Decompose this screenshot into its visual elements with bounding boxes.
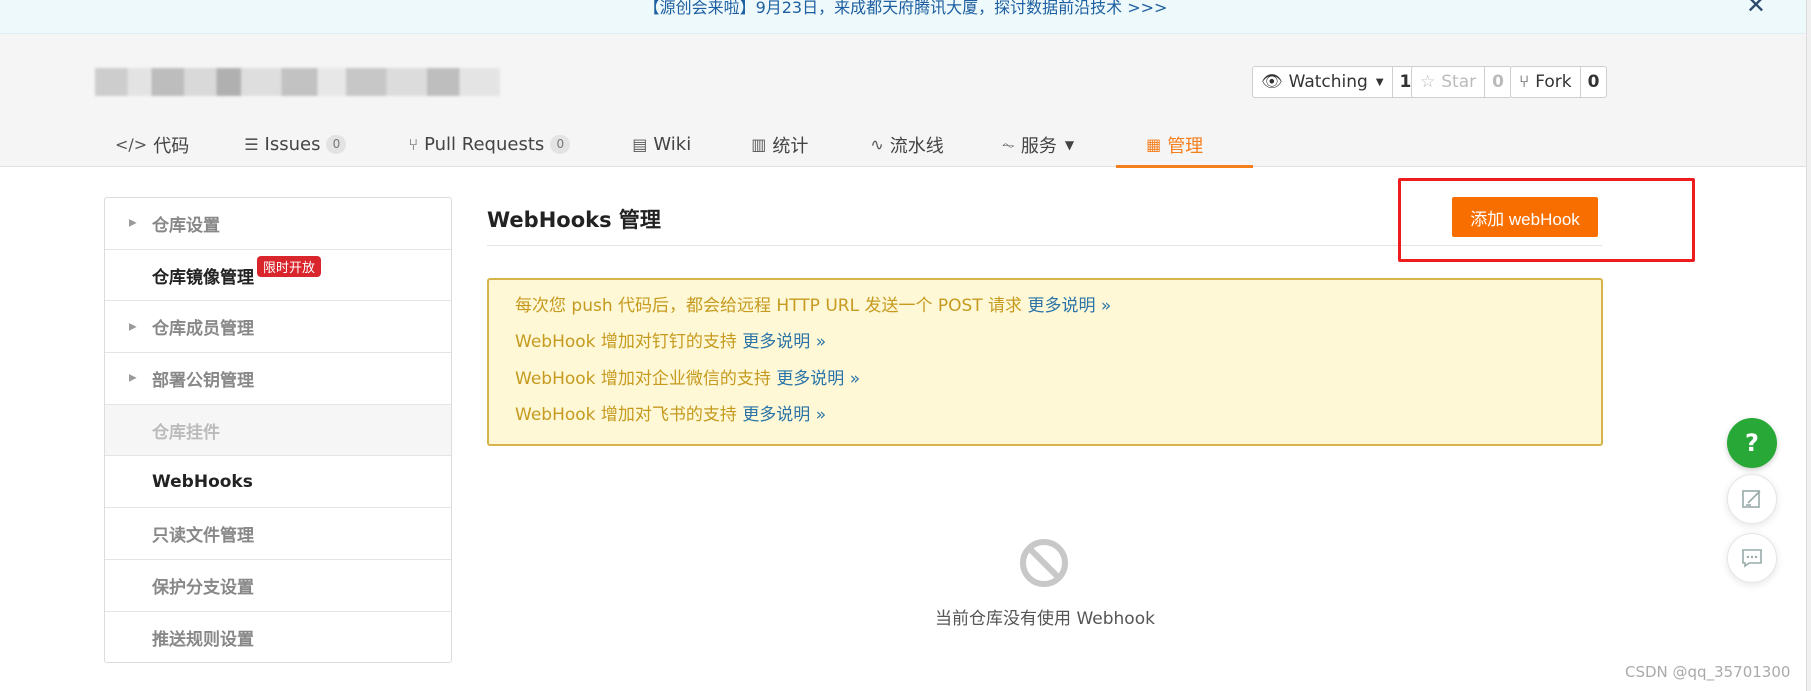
tab-label: Issues xyxy=(264,134,321,155)
edit-icon xyxy=(1742,490,1761,508)
tab-wiki[interactable]: ▤ Wiki xyxy=(632,122,691,167)
announcement-banner[interactable]: 【源创会来啦】9月23日，来成都天府腾讯大厦，探讨数据前沿技术 >>> ✕ xyxy=(0,0,1811,34)
sidebar-item-label: 仓库挂件 xyxy=(152,422,220,443)
repo-header: 👁 Watching ▼ 1 ☆ Star 0 ⑂ Fork 0 </> 代码 … xyxy=(0,34,1811,168)
info-notice: 每次您 push 代码后，都会给远程 HTTP URL 发送一个 POST 请求… xyxy=(487,278,1603,446)
sidebar-item-label: WebHooks xyxy=(152,471,253,492)
tab-pull-requests[interactable]: ⑂ Pull Requests 0 xyxy=(408,122,571,167)
chat-icon xyxy=(1742,549,1762,568)
caret-right-icon: ▶ xyxy=(129,217,137,229)
sidebar-item-members[interactable]: ▶ 仓库成员管理 xyxy=(105,301,451,354)
sidebar-item-mirror[interactable]: 仓库镜像管理 限时开放 xyxy=(105,250,451,302)
watermark: CSDN @qq_35701300 xyxy=(1625,663,1791,681)
caret-down-icon: ▼ xyxy=(1064,137,1075,152)
star-icon: ☆ xyxy=(1420,72,1436,92)
notice-text: WebHook 增加对飞书的支持 xyxy=(515,404,743,425)
sidebar-item-label: 只读文件管理 xyxy=(152,525,254,546)
chat-button[interactable] xyxy=(1727,533,1777,583)
pull-request-icon: ⑂ xyxy=(408,135,419,154)
fork-button[interactable]: ⑂ Fork 0 xyxy=(1510,66,1608,98)
notice-text: WebHook 增加对钉钉的支持 xyxy=(515,332,743,353)
sidebar-item-push-rules[interactable]: 推送规则设置 xyxy=(105,612,451,664)
tab-label: 统计 xyxy=(772,135,809,157)
limited-badge: 限时开放 xyxy=(257,255,322,277)
manage-icon: ▦ xyxy=(1146,135,1162,154)
bar-chart-icon: ▥ xyxy=(751,135,767,154)
notice-line: WebHook 增加对企业微信的支持 更多说明 » xyxy=(515,368,1601,404)
watch-label: Watching xyxy=(1288,72,1368,92)
fork-count[interactable]: 0 xyxy=(1579,67,1607,97)
settings-sidebar: ▶ 仓库设置 仓库镜像管理 限时开放 ▶ 仓库成员管理 ▶ 部署公钥管理 仓库挂… xyxy=(104,197,452,663)
sidebar-item-readonly-files[interactable]: 只读文件管理 xyxy=(105,508,451,560)
help-button[interactable]: ? xyxy=(1727,418,1777,468)
scrollbar[interactable] xyxy=(1806,0,1811,691)
sidebar-item-label: 仓库镜像管理 xyxy=(152,267,254,288)
tab-label: 服务 xyxy=(1020,135,1057,157)
banner-text[interactable]: 【源创会来啦】9月23日，来成都天府腾讯大厦，探讨数据前沿技术 >>> xyxy=(0,0,1811,18)
tab-label: 代码 xyxy=(153,135,190,157)
tab-label: 流水线 xyxy=(889,135,944,157)
caret-right-icon: ▶ xyxy=(129,372,137,384)
caret-right-icon: ▶ xyxy=(129,321,137,333)
wiki-icon: ▤ xyxy=(632,135,648,154)
fork-label: Fork xyxy=(1535,72,1572,92)
sidebar-item-label: 部署公钥管理 xyxy=(152,370,254,391)
sidebar-item-webhooks[interactable]: WebHooks xyxy=(105,456,451,509)
eye-icon: 👁 xyxy=(1261,72,1283,92)
tab-code[interactable]: </> 代码 xyxy=(115,122,189,167)
notice-line: WebHook 增加对飞书的支持 更多说明 » xyxy=(515,404,1601,440)
feedback-button[interactable] xyxy=(1727,474,1777,524)
ban-icon xyxy=(1020,539,1068,587)
issues-icon: ☰ xyxy=(244,135,259,154)
star-count[interactable]: 0 xyxy=(1484,67,1511,97)
sidebar-item-label: 推送规则设置 xyxy=(152,629,254,650)
tab-label: 管理 xyxy=(1167,135,1204,157)
close-icon[interactable]: ✕ xyxy=(1746,0,1766,19)
sidebar-item-widgets[interactable]: 仓库挂件 xyxy=(105,404,451,457)
tab-label: Wiki xyxy=(653,134,692,155)
tab-services[interactable]: ⏦ 服务 ▼ xyxy=(1002,122,1074,167)
sidebar-item-label: 保护分支设置 xyxy=(152,577,254,598)
star-button[interactable]: ☆ Star 0 xyxy=(1411,66,1512,98)
more-info-link[interactable]: 更多说明 » xyxy=(1027,296,1111,316)
tab-stats[interactable]: ▥ 统计 xyxy=(751,122,808,167)
sidebar-item-protected-branches[interactable]: 保护分支设置 xyxy=(105,560,451,612)
sidebar-item-label: 仓库成员管理 xyxy=(152,319,254,340)
tab-manage[interactable]: ▦ 管理 xyxy=(1115,122,1254,168)
pulse-icon: ⏦ xyxy=(1001,134,1015,154)
more-info-link[interactable]: 更多说明 » xyxy=(742,405,826,425)
pr-count-badge: 0 xyxy=(550,135,571,154)
empty-state-text: 当前仓库没有使用 Webhook xyxy=(935,609,1155,629)
notice-line: 每次您 push 代码后，都会给远程 HTTP URL 发送一个 POST 请求… xyxy=(515,295,1601,331)
repo-title-redacted xyxy=(95,68,500,96)
add-webhook-button[interactable]: 添加 webHook xyxy=(1452,197,1598,237)
page-title: WebHooks 管理 xyxy=(487,208,661,232)
tab-issues[interactable]: ☰ Issues 0 xyxy=(244,122,347,167)
more-info-link[interactable]: 更多说明 » xyxy=(742,332,826,352)
caret-down-icon: ▼ xyxy=(1375,76,1384,88)
notice-line: WebHook 增加对钉钉的支持 更多说明 » xyxy=(515,331,1601,367)
sidebar-item-deploy-keys[interactable]: ▶ 部署公钥管理 xyxy=(105,353,451,405)
sidebar-item-label: 仓库设置 xyxy=(152,215,220,236)
issues-count-badge: 0 xyxy=(326,135,347,154)
fork-icon: ⑂ xyxy=(1519,72,1530,92)
sidebar-item-repo-settings[interactable]: ▶ 仓库设置 xyxy=(105,198,451,250)
pipeline-icon: ∿ xyxy=(870,135,884,154)
tab-pipeline[interactable]: ∿ 流水线 xyxy=(870,122,943,167)
star-label: Star xyxy=(1441,72,1477,92)
more-info-link[interactable]: 更多说明 » xyxy=(776,369,860,389)
notice-text: WebHook 增加对企业微信的支持 xyxy=(515,368,777,389)
watch-button[interactable]: 👁 Watching ▼ 1 xyxy=(1252,66,1420,98)
code-icon: </> xyxy=(115,135,148,154)
tab-label: Pull Requests xyxy=(424,134,545,155)
notice-text: 每次您 push 代码后，都会给远程 HTTP URL 发送一个 POST 请求 xyxy=(515,296,1028,316)
repo-tabs: </> 代码 ☰ Issues 0 ⑂ Pull Requests 0 ▤ Wi… xyxy=(115,122,1254,168)
